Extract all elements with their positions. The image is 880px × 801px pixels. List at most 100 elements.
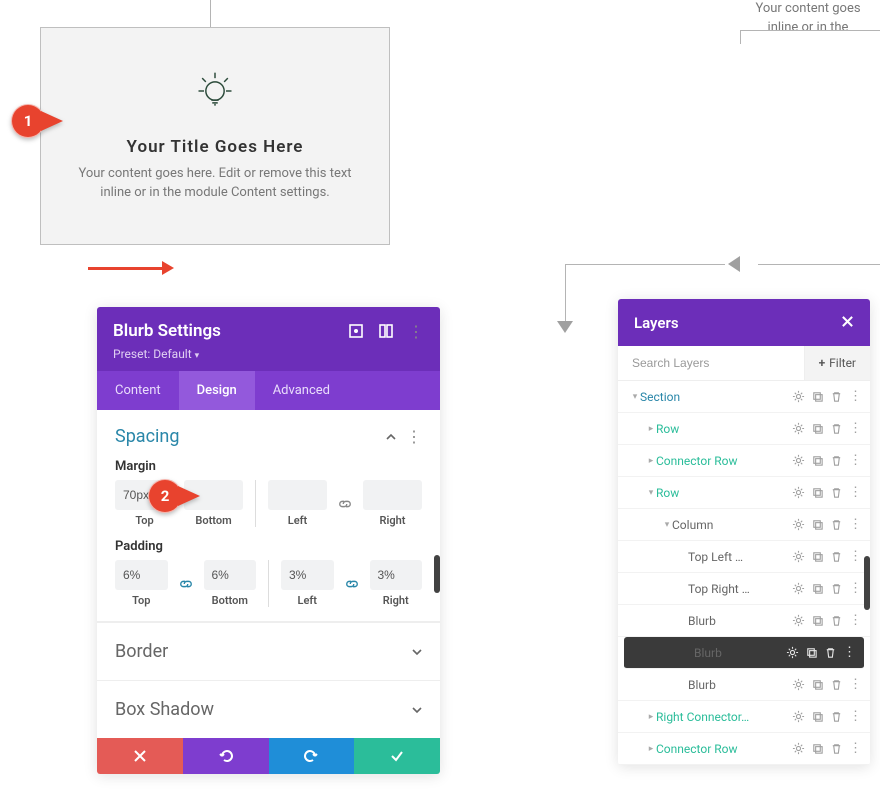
trash-icon[interactable] [830,678,843,691]
save-button[interactable] [354,738,440,774]
toggle-icon[interactable]: ▸ [646,424,656,434]
trash-icon[interactable] [830,582,843,595]
toggle-icon[interactable]: ▸ [646,456,656,466]
link-icon-active-2[interactable] [344,576,360,592]
discard-button[interactable] [97,738,183,774]
layer-row[interactable]: Top Right … ⋮ [618,573,870,605]
gear-icon[interactable] [792,454,805,467]
more-icon[interactable]: ⋮ [849,518,862,531]
more-icon[interactable]: ⋮ [849,486,862,499]
padding-bottom-input[interactable] [204,560,257,590]
trash-icon[interactable] [830,614,843,627]
gear-icon[interactable] [792,678,805,691]
padding-top-input[interactable] [115,560,168,590]
section-more-icon[interactable] [406,427,422,446]
margin-right-input[interactable] [363,480,422,510]
trash-icon[interactable] [830,486,843,499]
gear-icon[interactable] [792,614,805,627]
toggle-icon[interactable]: ▾ [662,520,672,530]
gear-icon[interactable] [792,550,805,563]
expand-icon[interactable] [348,323,364,339]
more-icon[interactable]: ⋮ [849,678,862,691]
more-icon[interactable]: ⋮ [849,390,862,403]
more-icon[interactable] [408,323,424,339]
link-icon[interactable] [337,496,353,512]
layer-row[interactable]: ▾Section ⋮ [618,381,870,413]
more-icon[interactable]: ⋮ [849,582,862,595]
redo-button[interactable] [269,738,355,774]
duplicate-icon[interactable] [811,742,824,755]
layers-scrollbar[interactable] [864,556,870,610]
layer-row[interactable]: Blurb ⋮ [618,605,870,637]
tab-design[interactable]: Design [179,371,255,410]
trash-icon[interactable] [830,742,843,755]
settings-scrollbar[interactable] [434,555,440,593]
trash-icon[interactable] [830,550,843,563]
more-icon[interactable]: ⋮ [843,646,856,659]
duplicate-icon[interactable] [811,390,824,403]
gear-icon[interactable] [786,646,799,659]
duplicate-icon[interactable] [811,422,824,435]
tab-advanced[interactable]: Advanced [255,371,348,410]
blurb-title[interactable]: Your Title Goes Here [127,137,304,157]
layer-row[interactable]: Blurb ⋮ [624,637,864,669]
gear-icon[interactable] [792,582,805,595]
more-icon[interactable]: ⋮ [849,614,862,627]
layer-row[interactable]: Top Left … ⋮ [618,541,870,573]
gear-icon[interactable] [792,710,805,723]
duplicate-icon[interactable] [811,614,824,627]
layer-row[interactable]: Blurb ⋮ [618,669,870,701]
trash-icon[interactable] [830,422,843,435]
trash-icon[interactable] [824,646,837,659]
more-icon[interactable]: ⋮ [849,454,862,467]
blurb-card[interactable]: Your Title Goes Here Your content goes h… [40,27,390,245]
layer-row[interactable]: ▾Row ⋮ [618,477,870,509]
filter-button[interactable]: + Filter [804,346,870,380]
layer-row[interactable]: ▾Column ⋮ [618,509,870,541]
link-icon-active[interactable] [178,576,194,592]
duplicate-icon[interactable] [811,454,824,467]
duplicate-icon[interactable] [811,678,824,691]
gear-icon[interactable] [792,518,805,531]
blurb-body[interactable]: Your content goes here. Edit or remove t… [65,165,365,203]
layer-row[interactable]: ▸Right Connector… ⋮ [618,701,870,733]
preset-selector[interactable]: Preset: Default [113,347,424,361]
layer-row[interactable]: ▸Connector Row ⋮ [618,445,870,477]
close-icon[interactable] [841,313,854,332]
chevron-up-icon[interactable] [386,427,396,446]
box-shadow-section[interactable]: Box Shadow [97,680,440,738]
duplicate-icon[interactable] [805,646,818,659]
trash-icon[interactable] [830,454,843,467]
duplicate-icon[interactable] [811,518,824,531]
responsive-icon[interactable] [378,323,394,339]
more-icon[interactable]: ⋮ [849,422,862,435]
trash-icon[interactable] [830,518,843,531]
duplicate-icon[interactable] [811,550,824,563]
undo-button[interactable] [183,738,269,774]
border-section[interactable]: Border [97,622,440,680]
toggle-icon[interactable]: ▾ [646,488,656,498]
padding-left-input[interactable] [281,560,334,590]
gear-icon[interactable] [792,486,805,499]
tab-content[interactable]: Content [97,371,179,410]
trash-icon[interactable] [830,710,843,723]
gear-icon[interactable] [792,742,805,755]
more-icon[interactable]: ⋮ [849,550,862,563]
toggle-icon[interactable]: ▸ [646,744,656,754]
layer-row[interactable]: ▸Connector Row ⋮ [618,733,870,765]
more-icon[interactable]: ⋮ [849,742,862,755]
gear-icon[interactable] [792,422,805,435]
more-icon[interactable]: ⋮ [849,710,862,723]
search-input[interactable] [618,346,804,380]
spacing-title[interactable]: Spacing [115,426,179,447]
toggle-icon[interactable]: ▸ [646,712,656,722]
duplicate-icon[interactable] [811,710,824,723]
duplicate-icon[interactable] [811,486,824,499]
toggle-icon[interactable]: ▾ [630,392,640,402]
duplicate-icon[interactable] [811,582,824,595]
gear-icon[interactable] [792,390,805,403]
trash-icon[interactable] [830,390,843,403]
padding-right-input[interactable] [370,560,423,590]
margin-left-input[interactable] [268,480,327,510]
layer-row[interactable]: ▸Row ⋮ [618,413,870,445]
